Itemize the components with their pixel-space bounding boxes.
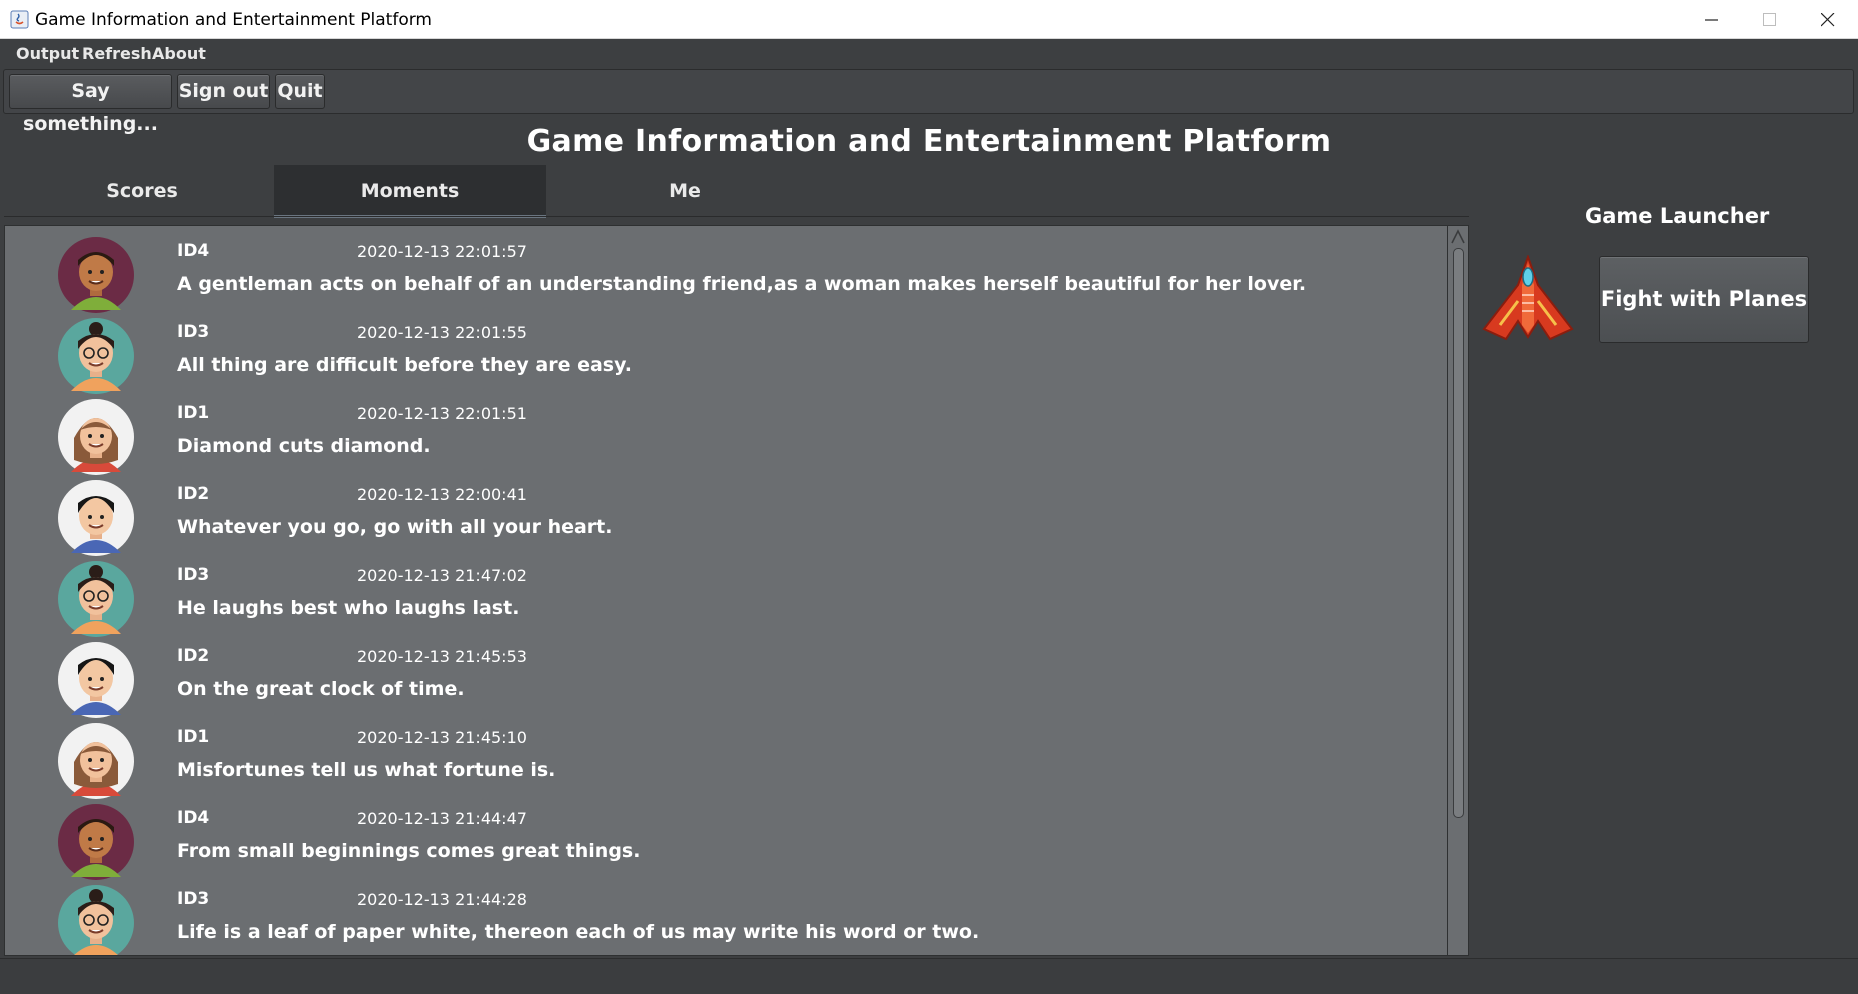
tab-divider [4,216,1469,217]
woman-brown-hair-avatar-icon [58,399,134,475]
post-text: All thing are difficult before they are … [177,354,632,376]
post-author-id: ID1 [177,727,210,747]
moments-feed[interactable]: ID4 2020-12-13 22:01:57 A gentleman acts… [4,225,1448,956]
post-text: Whatever you go, go with all your heart. [177,516,613,538]
sign-out-button[interactable]: Sign out [177,74,270,109]
list-item: ID4 2020-12-13 21:44:47 From small begin… [5,798,1425,880]
red-plane-icon[interactable] [1480,255,1576,343]
close-icon [1821,13,1835,27]
list-item: ID2 2020-12-13 21:45:53 On the great clo… [5,636,1425,718]
list-item: ID3 2020-12-13 22:01:55 All thing are di… [5,312,1425,394]
maximize-icon [1763,13,1776,26]
menu-output[interactable]: Output [16,44,79,63]
post-text: Diamond cuts diamond. [177,435,431,457]
list-item: ID3 2020-12-13 21:44:28 Life is a leaf o… [5,879,1425,955]
post-timestamp: 2020-12-13 21:44:47 [357,809,527,828]
boy-black-hair-avatar-icon [58,480,134,556]
post-timestamp: 2020-12-13 21:47:02 [357,566,527,585]
say-something-button[interactable]: Say something... [9,74,172,135]
page-title: Game Information and Entertainment Platf… [526,124,1332,159]
close-button[interactable] [1799,0,1857,39]
post-author-id: ID3 [177,565,210,585]
post-author-id: ID3 [177,889,210,909]
list-item: ID3 2020-12-13 21:47:02 He laughs best w… [5,555,1425,637]
post-author-id: ID4 [177,241,210,261]
list-item: ID1 2020-12-13 22:01:51 Diamond cuts dia… [5,393,1425,475]
list-item: ID2 2020-12-13 22:00:41 Whatever you go,… [5,474,1425,556]
boy-black-hair-avatar-icon [58,642,134,718]
window-titlebar: Game Information and Entertainment Platf… [0,0,1858,39]
woman-glasses-avatar-icon [58,318,134,394]
tab-moments[interactable]: Moments [274,165,546,218]
post-author-id: ID3 [177,322,210,342]
launcher-title: Game Launcher [1585,204,1770,228]
woman-glasses-avatar-icon [58,885,134,955]
minimize-button[interactable] [1683,0,1741,39]
minimize-icon [1705,19,1718,21]
tab-scores[interactable]: Scores [6,165,278,218]
post-timestamp: 2020-12-13 21:45:10 [357,728,527,747]
menu-refresh[interactable]: Refresh [82,44,152,63]
tab-me[interactable]: Me [549,165,821,218]
woman-glasses-avatar-icon [58,561,134,637]
post-text: A gentleman acts on behalf of an underst… [177,273,1307,295]
post-timestamp: 2020-12-13 22:00:41 [357,485,527,504]
fight-with-planes-button[interactable]: Fight with Planes [1599,256,1809,343]
post-text: He laughs best who laughs last. [177,597,520,619]
scroll-thumb[interactable] [1453,248,1464,818]
toolbar: Say something... Sign out Quit [3,69,1854,135]
feed-scrollbar[interactable] [1448,225,1469,956]
post-timestamp: 2020-12-13 21:44:28 [357,890,527,909]
post-timestamp: 2020-12-13 22:01:51 [357,404,527,423]
man-dark-avatar-icon [58,804,134,880]
list-item: ID4 2020-12-13 22:01:57 A gentleman acts… [5,231,1425,313]
window-title: Game Information and Entertainment Platf… [35,10,432,30]
post-text: Misfortunes tell us what fortune is. [177,759,556,781]
list-item: ID1 2020-12-13 21:45:10 Misfortunes tell… [5,717,1425,799]
post-text: From small beginnings comes great things… [177,840,641,862]
scroll-up-arrow-icon[interactable] [1450,228,1466,246]
post-author-id: ID1 [177,403,210,423]
menu-bar: Output Refresh About [0,39,1858,67]
woman-brown-hair-avatar-icon [58,723,134,799]
post-author-id: ID2 [177,646,210,666]
post-author-id: ID4 [177,808,210,828]
java-app-icon [10,10,29,29]
post-author-id: ID2 [177,484,210,504]
post-text: Life is a leaf of paper white, thereon e… [177,921,980,943]
post-text: On the great clock of time. [177,678,465,700]
post-timestamp: 2020-12-13 22:01:55 [357,323,527,342]
maximize-button[interactable] [1741,0,1799,39]
menu-about[interactable]: About [152,44,206,63]
post-timestamp: 2020-12-13 21:45:53 [357,647,527,666]
tab-bar: Scores Moments Me [4,165,1469,218]
status-strip [0,958,1858,994]
man-dark-avatar-icon [58,237,134,313]
post-timestamp: 2020-12-13 22:01:57 [357,242,527,261]
quit-button[interactable]: Quit [275,74,325,109]
